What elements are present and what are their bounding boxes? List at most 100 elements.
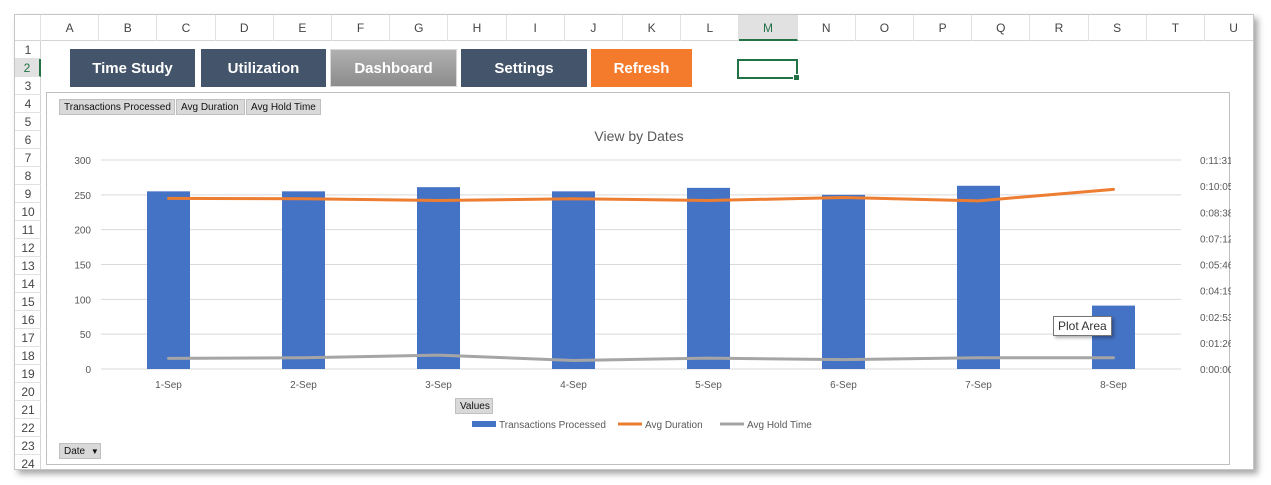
x-tick-label: 5-Sep (695, 380, 722, 391)
column-header-f[interactable]: F (332, 15, 391, 41)
x-tick-label: 8-Sep (1100, 380, 1127, 391)
chart-legend: Transactions Processed Avg Duration Avg Ho… (472, 420, 812, 431)
column-header-u[interactable]: U (1205, 15, 1253, 41)
row-header-11[interactable]: 11 (15, 221, 41, 239)
column-header-b[interactable]: B (99, 15, 158, 41)
row-header-10[interactable]: 10 (15, 203, 41, 221)
selected-cell-m2[interactable] (737, 59, 800, 81)
bar-6-sep (822, 194, 865, 369)
row-header-21[interactable]: 21 (15, 401, 41, 419)
column-header-g[interactable]: G (390, 15, 449, 41)
time-study-button[interactable]: Time Study (70, 49, 195, 87)
row-header-17[interactable]: 17 (15, 329, 41, 347)
bar-2-sep (282, 191, 325, 369)
field-button-values[interactable]: Values (455, 398, 493, 414)
chart-canvas: View by Dates 0 50 100 150 200 250 300 0:00:00… (74, 128, 1231, 431)
select-all-corner[interactable] (15, 15, 41, 41)
y2-tick-label: 0:02:53 (1200, 313, 1231, 324)
row-header-2[interactable]: 2 (15, 59, 41, 77)
y-tick-label: 200 (74, 226, 91, 237)
column-header-i[interactable]: I (507, 15, 565, 41)
x-tick-label: 2-Sep (290, 380, 317, 391)
column-header-q[interactable]: Q (972, 15, 1031, 41)
y2-axis-labels: 0:00:00 0:01:26 0:02:53 0:04:19 0:05:46 0:07:… (1200, 156, 1231, 376)
row-header-6[interactable]: 6 (15, 131, 41, 149)
x-axis-labels: 1-Sep 2-Sep 3-Sep 4-Sep 5-Sep 6-Sep 7-Sep 8-Sep (155, 380, 1127, 391)
column-header-l[interactable]: L (681, 15, 740, 41)
column-header-p[interactable]: P (914, 15, 973, 41)
bar-series (147, 185, 1135, 369)
x-tick-label: 7-Sep (965, 380, 992, 391)
y2-tick-label: 0:05:46 (1200, 261, 1231, 272)
row-header-7[interactable]: 7 (15, 149, 41, 167)
spreadsheet-window: ABCDEFGHIJKLMNOPQRSTU 1 2 3 4 5 6 7 8 9 10 11 12 13 1… (14, 14, 1254, 470)
dropdown-arrow-icon: ▼ (90, 447, 99, 456)
column-header-k[interactable]: K (623, 15, 682, 41)
row-header-22[interactable]: 22 (15, 419, 41, 437)
utilization-button[interactable]: Utilization (201, 49, 326, 87)
y-tick-label: 300 (74, 156, 91, 167)
y2-tick-label: 0:07:12 (1200, 234, 1231, 245)
date-field-label: Date (64, 446, 86, 457)
column-header-j[interactable]: J (565, 15, 623, 41)
bar-7-sep (957, 185, 1000, 369)
settings-button[interactable]: Settings (461, 49, 587, 87)
bar-5-sep (687, 187, 730, 369)
legend-label: Transactions Processed (499, 420, 606, 431)
legend-label: Avg Duration (645, 420, 703, 431)
y2-tick-label: 0:01:26 (1200, 339, 1231, 350)
x-tick-label: 6-Sep (830, 380, 857, 391)
row-header-5[interactable]: 5 (15, 113, 41, 131)
row-header-1[interactable]: 1 (15, 41, 41, 59)
bar-1-sep (147, 191, 190, 369)
x-tick-label: 3-Sep (425, 380, 452, 391)
plot-area-tooltip: Plot Area (1053, 316, 1112, 336)
column-header-h[interactable]: H (448, 15, 507, 41)
y-axis-labels: 0 50 100 150 200 250 300 (74, 156, 91, 376)
y2-tick-label: 0:00:00 (1200, 365, 1231, 376)
column-header-t[interactable]: T (1147, 15, 1205, 41)
y-tick-label: 0 (85, 365, 91, 376)
y2-tick-label: 0:10:05 (1200, 182, 1231, 193)
row-header-15[interactable]: 15 (15, 293, 41, 311)
column-header-a[interactable]: A (41, 15, 100, 41)
column-header-r[interactable]: R (1030, 15, 1089, 41)
x-tick-label: 1-Sep (155, 380, 182, 391)
y2-tick-label: 0:11:31 (1200, 156, 1231, 167)
y2-tick-label: 0:08:38 (1200, 208, 1231, 219)
row-header-8[interactable]: 8 (15, 167, 41, 185)
row-header-9[interactable]: 9 (15, 185, 41, 203)
bar-4-sep (552, 191, 595, 369)
column-header-c[interactable]: C (157, 15, 216, 41)
row-header-18[interactable]: 18 (15, 347, 41, 365)
y2-tick-label: 0:04:19 (1200, 287, 1231, 298)
column-header-e[interactable]: E (274, 15, 332, 41)
column-header-m[interactable]: M (739, 15, 798, 41)
legend-label: Avg Hold Time (747, 420, 812, 431)
row-header-14[interactable]: 14 (15, 275, 41, 293)
column-header-n[interactable]: N (798, 15, 856, 41)
row-header-24[interactable]: 24 (15, 455, 41, 469)
row-header-13[interactable]: 13 (15, 257, 41, 275)
y-tick-label: 50 (80, 330, 92, 341)
row-headers: 1 2 3 4 5 6 7 8 9 10 11 12 13 14 15 16 17 18 19 20 21 22 23 24 (15, 41, 41, 469)
bar-3-sep (417, 187, 460, 369)
y-tick-label: 250 (74, 191, 91, 202)
row-header-20[interactable]: 20 (15, 383, 41, 401)
dashboard-button[interactable]: Dashboard (330, 49, 457, 87)
row-header-3[interactable]: 3 (15, 77, 41, 95)
chart-title: View by Dates (594, 128, 683, 144)
refresh-button[interactable]: Refresh (591, 49, 692, 87)
column-header-o[interactable]: O (856, 15, 914, 41)
pivot-chart[interactable]: Transactions Processed Avg Duration Avg … (46, 92, 1231, 465)
y-tick-label: 100 (74, 295, 91, 306)
row-header-19[interactable]: 19 (15, 365, 41, 383)
row-header-16[interactable]: 16 (15, 311, 41, 329)
row-header-12[interactable]: 12 (15, 239, 41, 257)
y-tick-label: 150 (74, 261, 91, 272)
column-header-s[interactable]: S (1089, 15, 1147, 41)
row-header-4[interactable]: 4 (15, 95, 41, 113)
field-button-date[interactable]: Date ▼ (59, 443, 101, 459)
row-header-23[interactable]: 23 (15, 437, 41, 455)
column-header-d[interactable]: D (216, 15, 274, 41)
